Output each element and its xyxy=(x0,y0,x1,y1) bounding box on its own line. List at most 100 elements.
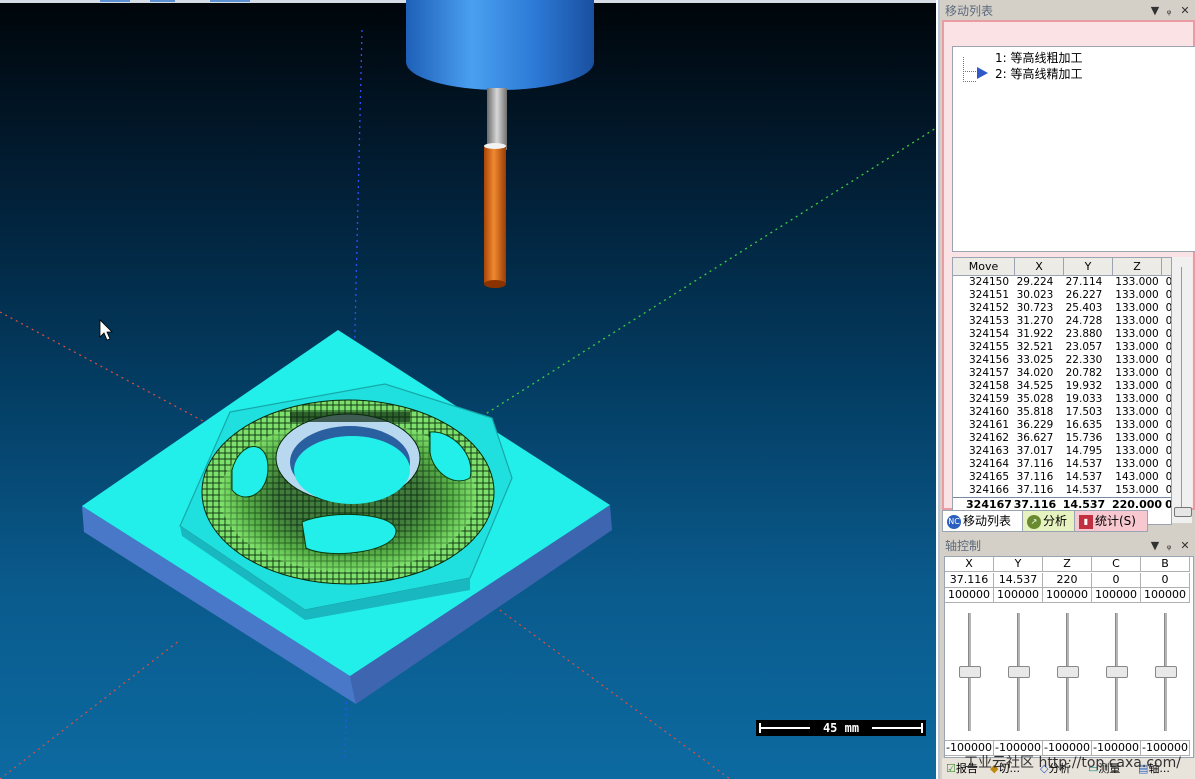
col-x[interactable]: X xyxy=(1015,258,1064,275)
table-cell: 23.057 xyxy=(1065,341,1103,353)
table-cell: 133.000 xyxy=(1115,341,1159,353)
axis-slider-x[interactable] xyxy=(945,613,993,743)
slider-thumb[interactable] xyxy=(1155,666,1177,678)
axis-slider-c[interactable] xyxy=(1092,613,1140,743)
table-cell: 0 xyxy=(1165,471,1172,483)
slider-thumb[interactable] xyxy=(1008,666,1030,678)
table-cell: 34.020 xyxy=(1016,367,1054,379)
axis-max-b[interactable]: 100000 xyxy=(1141,588,1190,603)
pin-icon[interactable]: ᵩ xyxy=(1162,2,1176,20)
table-cell: 34.525 xyxy=(1016,380,1054,392)
table-cell: 16.635 xyxy=(1065,419,1103,431)
table-cell: 0 xyxy=(1165,276,1172,288)
table-row[interactable]: 324158 34.525 19.932 133.000 0 xyxy=(953,380,1171,393)
table-cell: 19.932 xyxy=(1065,380,1103,392)
table-row[interactable]: 324163 37.017 14.795 133.000 0 xyxy=(953,445,1171,458)
axis-value-y[interactable]: 14.537 xyxy=(994,573,1043,588)
axis-max-c[interactable]: 100000 xyxy=(1092,588,1141,603)
table-row[interactable]: 324162 36.627 15.736 133.000 0 xyxy=(953,432,1171,445)
table-cell: 324154 xyxy=(968,328,1010,340)
axis-slider-y[interactable] xyxy=(994,613,1042,743)
table-cell: 17.503 xyxy=(1065,406,1103,418)
table-cell: 14.537 xyxy=(1065,458,1103,470)
table-cell: 0 xyxy=(1165,354,1172,366)
axis-value-b[interactable]: 0 xyxy=(1141,573,1190,588)
slider-thumb[interactable] xyxy=(1057,666,1079,678)
axis-value-z[interactable]: 220 xyxy=(1043,573,1092,588)
axis-name-c: C xyxy=(1092,557,1141,572)
table-row[interactable]: 324161 36.229 16.635 133.000 0 xyxy=(953,419,1171,432)
table-cell: 133.000 xyxy=(1115,458,1159,470)
close-icon[interactable]: ✕ xyxy=(1178,2,1192,20)
analysis-icon: ↗ xyxy=(1027,514,1041,529)
tab-move-list[interactable]: NC 移动列表 xyxy=(942,510,1024,532)
col-z[interactable]: Z xyxy=(1113,258,1162,275)
table-row[interactable]: 324160 35.818 17.503 133.000 0 xyxy=(953,406,1171,419)
table-row-current[interactable]: 324167 37.116 14.537 220.000 0 xyxy=(953,497,1171,511)
move-list-frame: 1: 等高线粗加工 2: 等高线精加工 Move X Y Z 324150 29.… xyxy=(942,20,1195,525)
table-cell: 0 xyxy=(1165,484,1172,496)
scrollbar-thumb[interactable] xyxy=(1174,507,1192,517)
table-cell: 133.000 xyxy=(1115,354,1159,366)
axis-slider-b[interactable] xyxy=(1141,613,1189,743)
axis-max-x[interactable]: 100000 xyxy=(945,588,994,603)
slider-thumb[interactable] xyxy=(1106,666,1128,678)
table-cell: 0 xyxy=(1165,367,1172,379)
table-row[interactable]: 324159 35.028 19.033 133.000 0 xyxy=(953,393,1171,406)
statistics-icon: ▮ xyxy=(1079,514,1093,529)
table-cell: 0 xyxy=(1165,341,1172,353)
move-table-scrollbar[interactable] xyxy=(1172,257,1192,523)
table-row[interactable]: 324166 37.116 14.537 153.000 0 xyxy=(953,484,1171,497)
table-cell: 324158 xyxy=(968,380,1010,392)
move-list-title: 移动列表 xyxy=(945,4,994,18)
tab-statistics[interactable]: ▮ 统计(S) xyxy=(1074,510,1148,532)
table-cell: 0 xyxy=(1165,289,1172,301)
table-cell: 0 xyxy=(1165,328,1172,340)
table-cell: 26.227 xyxy=(1065,289,1103,301)
dropdown-icon[interactable]: ▼ xyxy=(1148,2,1162,20)
scale-label: 45 mm xyxy=(822,721,860,735)
table-row[interactable]: 324165 37.116 14.537 143.000 0 xyxy=(953,471,1171,484)
col-move[interactable]: Move xyxy=(953,258,1015,275)
tree-item-rough[interactable]: 1: 等高线粗加工 xyxy=(995,51,1083,65)
close-icon-2[interactable]: ✕ xyxy=(1178,537,1192,555)
table-row[interactable]: 324151 30.023 26.227 133.000 0 xyxy=(953,289,1171,302)
table-row[interactable]: 324156 33.025 22.330 133.000 0 xyxy=(953,354,1171,367)
table-row[interactable]: 324155 32.521 23.057 133.000 0 xyxy=(953,341,1171,354)
table-cell: 133.000 xyxy=(1115,406,1159,418)
tool-holder-base xyxy=(406,34,594,90)
scale-bar: 45 mm xyxy=(756,720,926,736)
table-cell: 324151 xyxy=(968,289,1010,301)
col-y[interactable]: Y xyxy=(1064,258,1113,275)
axis-value-c[interactable]: 0 xyxy=(1092,573,1141,588)
table-cell: 36.627 xyxy=(1016,432,1054,444)
table-row[interactable]: 324154 31.922 23.880 133.000 0 xyxy=(953,328,1171,341)
axis-max-y[interactable]: 100000 xyxy=(994,588,1043,603)
table-row[interactable]: 324152 30.723 25.403 133.000 0 xyxy=(953,302,1171,315)
table-cell: 324159 xyxy=(968,393,1010,405)
table-row[interactable]: 324153 31.270 24.728 133.000 0 xyxy=(953,315,1171,328)
tree-item-finish[interactable]: 2: 等高线精加工 xyxy=(995,67,1083,81)
dropdown-icon-2[interactable]: ▼ xyxy=(1148,537,1162,555)
axis-value-x[interactable]: 37.116 xyxy=(945,573,994,588)
move-table[interactable]: Move X Y Z 324150 29.224 27.114 133.000 0 324… xyxy=(952,257,1172,525)
table-cell: 31.922 xyxy=(1016,328,1054,340)
axis-max-z[interactable]: 100000 xyxy=(1043,588,1092,603)
simulation-viewport[interactable]: 45 mm xyxy=(0,0,936,779)
table-cell: 324162 xyxy=(968,432,1010,444)
table-row[interactable]: 324150 29.224 27.114 133.000 0 xyxy=(953,276,1171,289)
table-cell: 153.000 xyxy=(1115,484,1159,496)
table-cell: 14.537 xyxy=(1065,471,1103,483)
table-row[interactable]: 324157 34.020 20.782 133.000 0 xyxy=(953,367,1171,380)
axis-slider-z[interactable] xyxy=(1043,613,1091,743)
tab-analysis[interactable]: ↗ 分析 xyxy=(1022,510,1078,532)
slider-thumb[interactable] xyxy=(959,666,981,678)
axis-control-panel: X 37.116 100000 -100000 Y 14.537 100000 -100000… xyxy=(944,556,1194,758)
table-cell: 324165 xyxy=(968,471,1010,483)
table-cell: 19.033 xyxy=(1065,393,1103,405)
table-cell: 0 xyxy=(1165,302,1172,314)
table-row[interactable]: 324164 37.116 14.537 133.000 0 xyxy=(953,458,1171,471)
operation-tree[interactable]: 1: 等高线粗加工 2: 等高线精加工 xyxy=(952,46,1195,252)
pin-icon-2[interactable]: ᵩ xyxy=(1162,537,1176,555)
table-cell: 14.537 xyxy=(1065,484,1103,496)
